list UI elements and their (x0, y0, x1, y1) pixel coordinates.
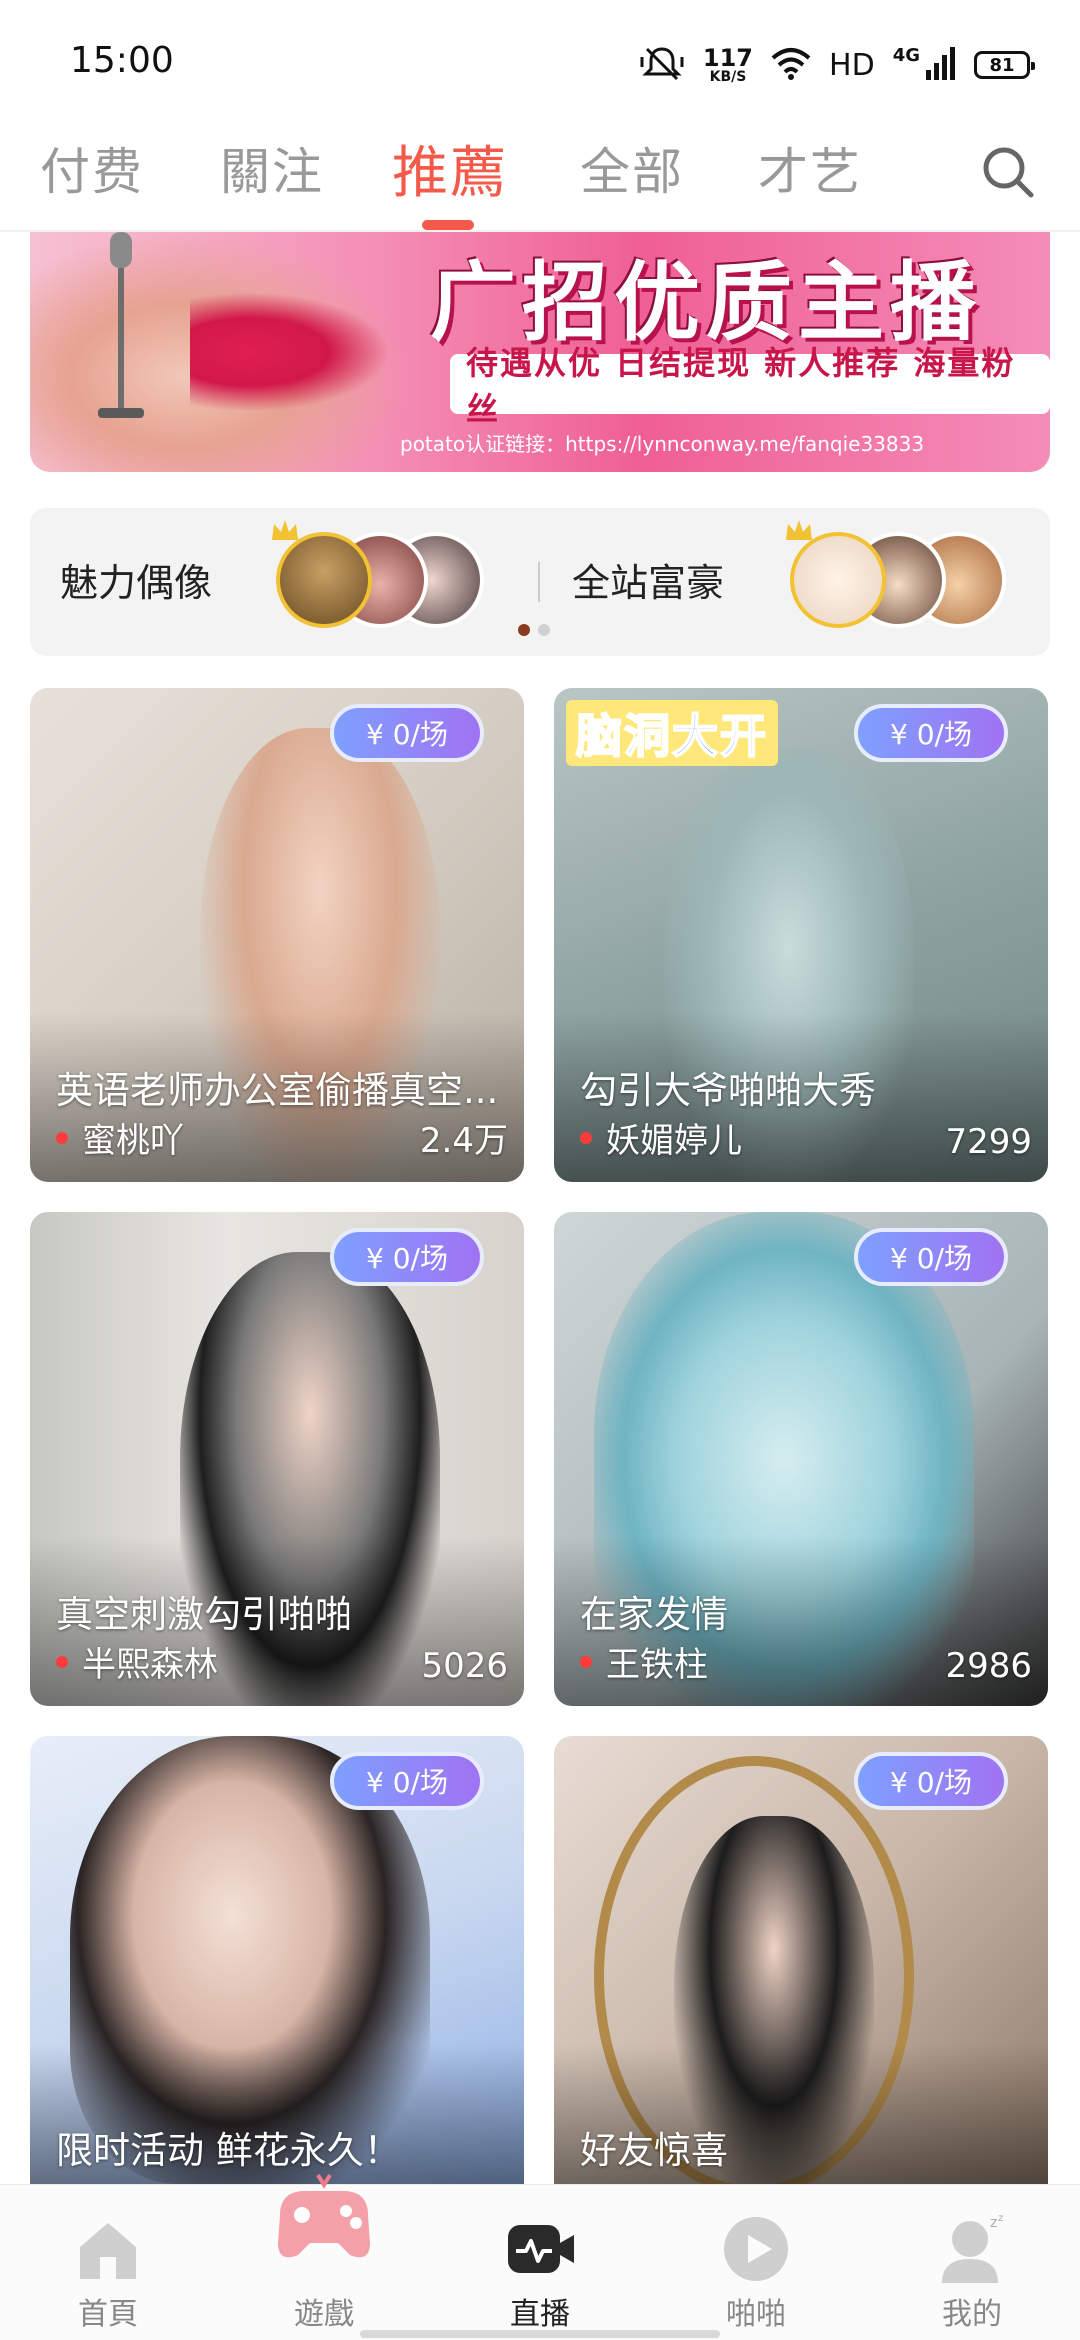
price-badge: ¥ 0/场 (854, 704, 1008, 762)
live-card[interactable]: ¥ 0/场 在家发情 王铁柱 2986 (554, 1212, 1048, 1706)
mute-icon (639, 43, 685, 87)
speed-unit: KB/S (709, 69, 747, 85)
card-title: 好友惊喜 (580, 2129, 728, 2172)
tab-recommended[interactable]: 推薦 (392, 128, 508, 209)
top-rich-avatars[interactable] (786, 520, 1010, 628)
nav-label: 遊戲 (294, 2297, 354, 2332)
search-button[interactable] (972, 138, 1044, 210)
speed-value: 117 (702, 44, 754, 72)
price-badge: ¥ 0/场 (854, 1752, 1008, 1810)
status-time: 15:00 (70, 40, 174, 81)
tab-all[interactable]: 全部 (580, 132, 684, 204)
card-host: 妖媚婷儿 (580, 1113, 742, 1162)
carousel-dot-active (518, 624, 530, 636)
profile-icon: z z (936, 2213, 1008, 2285)
battery-indicator: 81 (974, 51, 1035, 79)
tab-talent[interactable]: 才艺 (758, 132, 862, 204)
card-host: 半熙森林 (56, 1637, 218, 1686)
nav-home[interactable]: 首頁 (0, 2185, 216, 2340)
carousel-dots (518, 624, 550, 636)
network-speed: 117 KB/S (703, 46, 753, 84)
status-bar: 15:00 117 KB/S HD 4G 81 (0, 0, 1080, 120)
live-card[interactable]: ¥ 0/场 真空刺激勾引啪啪 半熙森林 5026 (30, 1212, 524, 1706)
tab-paid[interactable]: 付费 (40, 132, 144, 204)
card-title: 在家发情 (580, 1593, 728, 1636)
nav-label: 我的 (942, 2297, 1002, 2332)
nav-label: 啪啪 (726, 2297, 786, 2332)
bottom-nav: 首頁 遊戲 直播 啪啪 z z 我的 (0, 2173, 1080, 2340)
host-name: 半熙森林 (82, 1645, 218, 1685)
wifi-icon (771, 46, 811, 84)
category-tabs: 付费 關注 推薦 全部 才艺 (0, 120, 1080, 232)
microphone-icon (90, 232, 150, 436)
host-name: 王铁柱 (606, 1645, 708, 1685)
nav-profile[interactable]: z z 我的 (864, 2185, 1080, 2340)
viewer-count: 2986 (945, 1646, 1032, 1686)
nav-live[interactable]: 直播 (432, 2185, 648, 2340)
home-indicator (360, 2330, 720, 2338)
banner-photo-detail (190, 292, 390, 412)
card-title: 勾引大爷啪啪大秀 (580, 1069, 876, 1112)
live-card[interactable]: ¥ 0/场 英语老师办公室偷播真空... 蜜桃吖 2.4万 (30, 688, 524, 1182)
live-indicator-icon (56, 1131, 68, 1144)
hd-indicator: HD (829, 47, 875, 83)
carousel-dot (538, 624, 550, 636)
active-tab-indicator (422, 220, 474, 230)
nav-label: 首頁 (78, 2297, 138, 2332)
charm-idol-label[interactable]: 魅力偶像 (60, 552, 212, 607)
live-card[interactable]: 脑洞大开 ¥ 0/场 勾引大爷啪啪大秀 妖媚婷儿 7299 (554, 688, 1048, 1182)
signal-icon (924, 46, 956, 84)
app-screen: 15:00 117 KB/S HD 4G 81 付费 關注 推薦 全部 才艺 广… (0, 0, 1080, 2340)
play-icon (720, 2213, 792, 2285)
avatar (276, 532, 372, 628)
nav-label: 直播 (510, 2297, 570, 2332)
rankings-strip[interactable]: 魅力偶像 全站富豪 (30, 508, 1050, 656)
viewer-count: 5026 (421, 1646, 508, 1686)
nav-games[interactable]: 遊戲 (216, 2173, 432, 2340)
svg-text:z: z (990, 2215, 997, 2231)
avatar (790, 532, 886, 628)
live-indicator-icon (56, 1655, 68, 1668)
tab-following[interactable]: 關注 (220, 132, 324, 204)
home-icon (72, 2213, 144, 2285)
divider (538, 562, 540, 602)
live-icon (504, 2213, 576, 2285)
price-badge: ¥ 0/场 (854, 1228, 1008, 1286)
price-badge: ¥ 0/场 (330, 1228, 484, 1286)
promo-banner[interactable]: 广招优质主播 待遇从优 日结提现 新人推荐 海量粉丝 potato认证链接：ht… (30, 232, 1050, 472)
top-rich-label[interactable]: 全站富豪 (572, 552, 724, 607)
viewer-count: 2.4万 (419, 1121, 508, 1161)
host-name: 妖媚婷儿 (606, 1121, 742, 1161)
viewer-count: 7299 (945, 1122, 1032, 1162)
live-card[interactable]: ¥ 0/场 好友惊喜 (554, 1736, 1048, 2184)
status-icons: 117 KB/S HD 4G 81 (639, 40, 1035, 90)
nav-papa[interactable]: 啪啪 (648, 2185, 864, 2340)
card-host: 王铁柱 (580, 1637, 708, 1686)
card-title: 英语老师办公室偷播真空... (56, 1069, 499, 1112)
svg-text:z: z (998, 2213, 1003, 2224)
charm-idol-avatars[interactable] (272, 520, 484, 628)
live-card[interactable]: ¥ 0/场 限时活动 鲜花永久！ (30, 1736, 524, 2184)
live-indicator-icon (580, 1131, 592, 1144)
search-icon (980, 144, 1036, 204)
live-indicator-icon (580, 1655, 592, 1668)
host-name: 蜜桃吖 (82, 1121, 184, 1161)
network-type: 4G (892, 44, 920, 66)
gamepad-icon (258, 2155, 390, 2287)
banner-link[interactable]: potato认证链接：https://lynnconway.me/fanqie3… (400, 428, 924, 457)
card-title: 真空刺激勾引啪啪 (56, 1593, 352, 1636)
price-badge: ¥ 0/场 (330, 704, 484, 762)
crown-icon (270, 518, 300, 542)
card-tag: 脑洞大开 (566, 700, 778, 766)
price-badge: ¥ 0/场 (330, 1752, 484, 1810)
card-host: 蜜桃吖 (56, 1113, 184, 1162)
crown-icon (784, 518, 814, 542)
banner-subtitle: 待遇从优 日结提现 新人推荐 海量粉丝 (450, 344, 1050, 428)
